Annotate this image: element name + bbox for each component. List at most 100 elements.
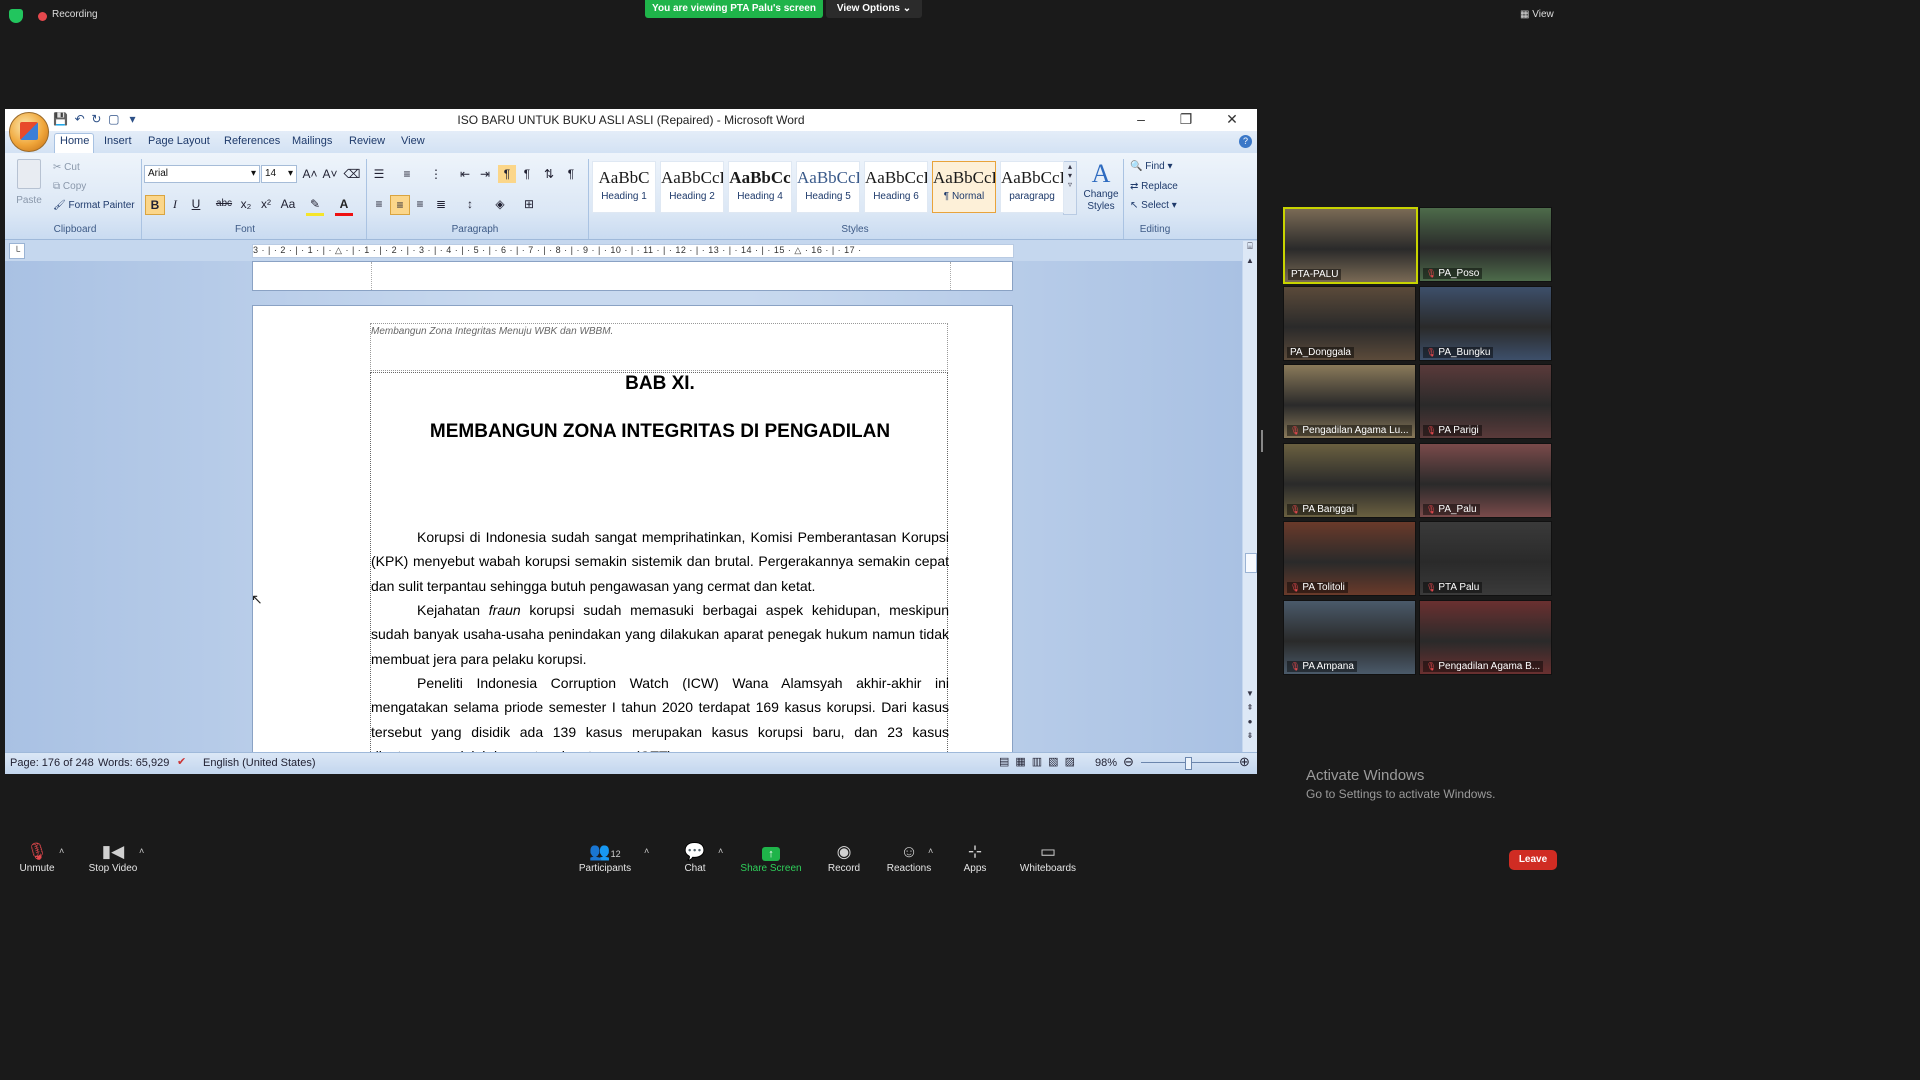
view-button[interactable]: ▦ View — [1520, 9, 1554, 20]
reactions-chevron-icon[interactable]: ˄ — [928, 846, 933, 856]
shading-icon[interactable]: ◈ — [491, 195, 509, 213]
view-ruler-icon[interactable]: ⌸ — [1243, 241, 1257, 252]
restore-button[interactable]: ❐ — [1171, 111, 1201, 128]
undo-icon[interactable]: ↶ — [75, 112, 85, 126]
zoom-level[interactable]: 98% — [1095, 757, 1117, 769]
style-normal[interactable]: AaBbCcDc ¶ Normal — [932, 161, 996, 213]
document-area[interactable]: Membangun Zona Integritas Menuju WBK dan… — [5, 261, 1242, 752]
sort-icon[interactable]: ⇅ — [540, 165, 558, 183]
align-right-icon[interactable]: ≡ — [411, 195, 429, 213]
tab-mailings[interactable]: Mailings — [292, 135, 332, 147]
increase-indent-icon[interactable]: ⇥ — [476, 165, 494, 183]
change-styles-button[interactable]: A Change Styles — [1083, 159, 1119, 213]
justify-icon[interactable]: ≣ — [432, 195, 450, 213]
scroll-down-icon[interactable]: ▼ ⇞ ● ⇟ — [1243, 687, 1257, 743]
style-heading-5[interactable]: AaBbCcDc Heading 5 — [796, 161, 860, 213]
audio-options-chevron-icon[interactable]: ˄ — [59, 846, 64, 856]
save-icon[interactable]: 💾 — [53, 112, 68, 126]
participant-tile[interactable]: 🎙 PA Parigi — [1419, 364, 1552, 439]
align-left-icon[interactable]: ≡ — [370, 195, 388, 213]
font-name-select[interactable]: Arial ▾ — [144, 165, 260, 183]
align-center-icon[interactable]: ≡ — [390, 195, 410, 215]
participant-tile[interactable]: 🎙 Pengadilan Agama B... — [1419, 599, 1552, 675]
view-options-button[interactable]: View Options ⌄ — [826, 0, 922, 18]
show-marks-icon[interactable]: ¶ — [562, 165, 580, 183]
reactions-button[interactable]: ☺ Reactions — [886, 841, 932, 874]
line-spacing-icon[interactable]: ↕ — [461, 195, 479, 213]
page-header[interactable]: Membangun Zona Integritas Menuju WBK dan… — [370, 323, 948, 371]
cut-button[interactable]: ✂ Cut — [53, 162, 80, 173]
decrease-indent-icon[interactable]: ⇤ — [456, 165, 474, 183]
style-paragrapg[interactable]: AaBbCcI paragrapg — [1000, 161, 1064, 213]
styles-scroll[interactable]: ▴ ▾ ▿ — [1063, 161, 1077, 215]
share-screen-button[interactable]: ↑ Share Screen — [740, 841, 802, 874]
panel-splitter[interactable] — [1261, 430, 1263, 452]
participant-tile[interactable]: 🎙 PTA Palu — [1419, 521, 1552, 596]
security-shield-icon[interactable] — [9, 9, 23, 23]
borders-icon[interactable]: ⊞ — [520, 195, 538, 213]
participant-tile[interactable]: PA_Donggala — [1283, 285, 1416, 361]
change-case-button[interactable]: Aa — [279, 195, 297, 213]
zoom-in-icon[interactable]: ⊕ — [1239, 754, 1250, 770]
record-button[interactable]: ◉ Record — [826, 841, 862, 874]
grow-font-icon[interactable]: A˄ — [301, 165, 319, 183]
tab-selector[interactable]: └ — [9, 243, 25, 259]
bold-button[interactable]: B — [145, 195, 165, 215]
tab-insert[interactable]: Insert — [104, 135, 132, 147]
font-size-select[interactable]: 14 ▾ — [261, 165, 297, 183]
chat-chevron-icon[interactable]: ˄ — [718, 846, 723, 856]
scroll-thumb[interactable] — [1245, 553, 1257, 573]
video-options-chevron-icon[interactable]: ˄ — [139, 846, 144, 856]
horizontal-ruler[interactable]: 3 · | · 2 · | · 1 · | · △ · | · 1 · | · … — [252, 244, 1014, 258]
apps-button[interactable]: ⊹ Apps — [960, 841, 990, 874]
unmute-button[interactable]: 🎙 Unmute — [15, 841, 59, 874]
page-body[interactable]: BAB XI. MEMBANGUN ZONA INTEGRITAS DI PEN… — [370, 372, 949, 752]
multilevel-list-icon[interactable]: ⋮ — [427, 165, 445, 183]
ltr-icon[interactable]: ¶ — [498, 165, 516, 183]
chat-button[interactable]: 💬 Chat — [680, 841, 710, 874]
highlight-color-button[interactable]: ✎ — [306, 195, 324, 216]
numbering-icon[interactable]: ≡ — [398, 165, 416, 183]
participant-tile[interactable]: 🎙 Pengadilan Agama Lu... — [1283, 364, 1416, 439]
participant-tile[interactable]: 🎙 PA Banggai — [1283, 442, 1416, 518]
underline-button[interactable]: U — [187, 195, 205, 213]
participant-tile[interactable]: 🎙 PA_Palu — [1419, 442, 1552, 518]
participant-tile[interactable]: 🎙 PA_Poso — [1419, 207, 1552, 282]
leave-button[interactable]: Leave — [1509, 850, 1557, 870]
rtl-icon[interactable]: ¶ — [518, 165, 536, 183]
zoom-slider-handle[interactable] — [1185, 757, 1192, 770]
proofing-icon[interactable]: ✔ — [177, 755, 186, 768]
format-painter-button[interactable]: 🖌 Format Painter — [53, 200, 135, 211]
tab-page-layout[interactable]: Page Layout — [148, 135, 210, 147]
select-button[interactable]: ↖ Select ▾ — [1130, 200, 1177, 211]
style-heading-6[interactable]: AaBbCcD Heading 6 — [864, 161, 928, 213]
participants-chevron-icon[interactable]: ˄ — [644, 846, 649, 856]
tab-references[interactable]: References — [224, 135, 280, 147]
whiteboards-button[interactable]: ▭ Whiteboards — [1017, 841, 1079, 874]
tab-home[interactable]: Home — [60, 135, 89, 147]
italic-button[interactable]: I — [166, 195, 184, 213]
tab-view[interactable]: View — [401, 135, 425, 147]
print-preview-icon[interactable]: ▢ — [108, 112, 119, 126]
shrink-font-icon[interactable]: A˅ — [321, 165, 339, 183]
close-button[interactable]: ✕ — [1217, 111, 1247, 128]
strikethrough-button[interactable]: abc — [215, 195, 233, 213]
font-color-button[interactable]: A — [335, 195, 353, 216]
vertical-scrollbar[interactable]: ⌸ ▲ ▼ ⇞ ● ⇟ — [1243, 241, 1257, 752]
participant-tile[interactable]: 🎙 PA Tolitoli — [1283, 521, 1416, 596]
page-indicator[interactable]: Page: 176 of 248 — [10, 757, 94, 769]
participant-tile[interactable]: 🎙 PA Ampana — [1283, 599, 1416, 675]
customize-qat-icon[interactable]: ▾ — [129, 112, 135, 126]
copy-button[interactable]: ⧉ Copy — [53, 181, 86, 192]
redo-icon[interactable]: ↻ — [91, 112, 101, 126]
style-heading-4[interactable]: AaBbCc Heading 4 — [728, 161, 792, 213]
style-heading-2[interactable]: AaBbCcDd Heading 2 — [660, 161, 724, 213]
participants-button[interactable]: 👥12 Participants — [577, 841, 633, 874]
paste-button[interactable]: Paste — [13, 159, 45, 211]
subscript-button[interactable]: x₂ — [237, 195, 255, 213]
view-buttons[interactable]: ▤▦▥▧▨ — [999, 755, 1081, 768]
participant-tile[interactable]: 🎙 PA_Bungku — [1419, 285, 1552, 361]
style-heading-1[interactable]: AaBbC Heading 1 — [592, 161, 656, 213]
language-indicator[interactable]: English (United States) — [203, 757, 316, 769]
find-button[interactable]: 🔍 Find ▾ — [1130, 161, 1173, 172]
